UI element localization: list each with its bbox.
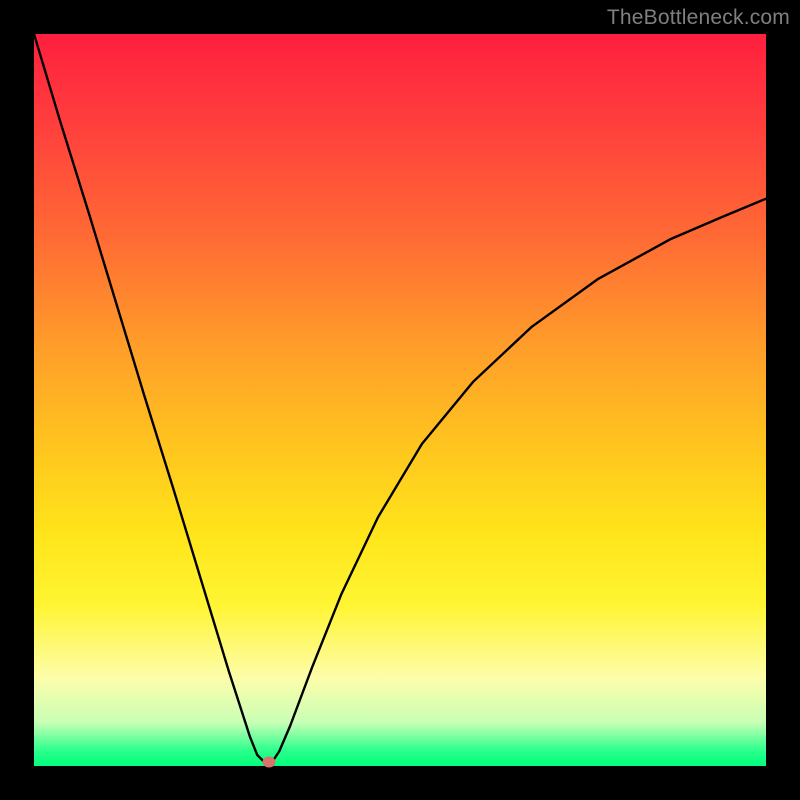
chart-frame: TheBottleneck.com	[0, 0, 800, 800]
min-marker	[262, 757, 275, 768]
plot-area	[34, 34, 766, 766]
bottleneck-curve	[34, 34, 766, 766]
watermark-text: TheBottleneck.com	[607, 6, 790, 30]
